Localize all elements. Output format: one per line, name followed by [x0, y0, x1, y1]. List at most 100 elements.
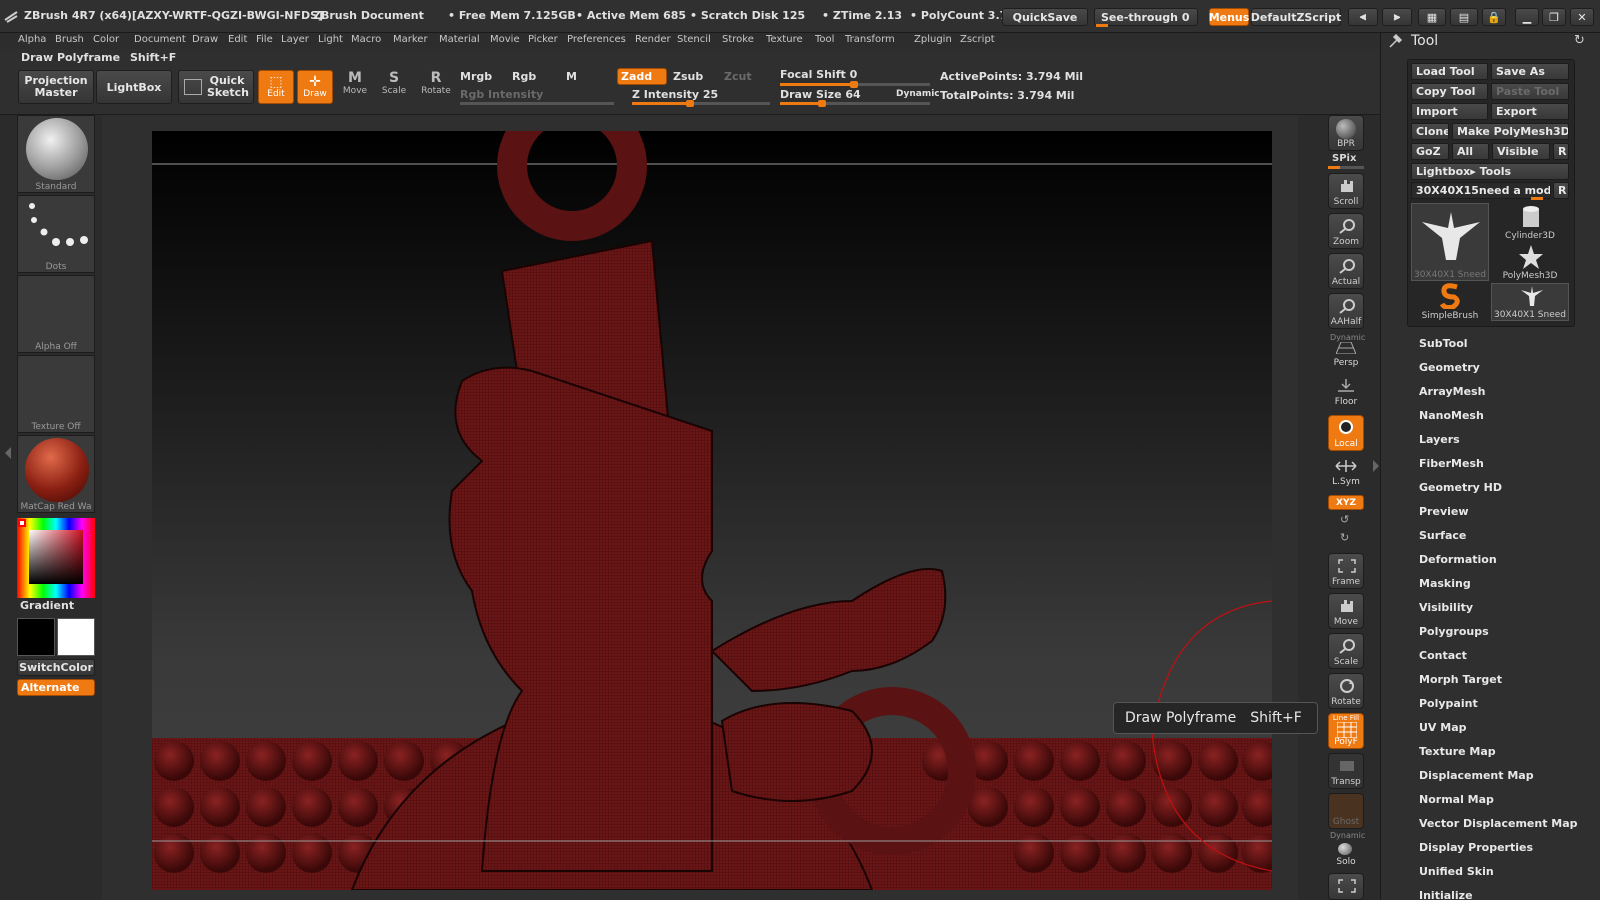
menu-stroke[interactable]: Stroke [722, 34, 754, 45]
menu-document[interactable]: Document [134, 34, 186, 45]
move-view-button[interactable]: Move [1328, 593, 1364, 629]
material-thumbnail[interactable]: MatCap Red Wa [17, 435, 95, 513]
draw-button[interactable]: ✛ Draw [297, 70, 333, 104]
subpalette-arraymesh[interactable]: ArrayMesh [1419, 385, 1485, 398]
quicksave-button[interactable]: QuickSave [1002, 8, 1088, 26]
lsym-button[interactable]: L.Sym [1328, 457, 1364, 491]
menu-zplugin[interactable]: Zplugin [914, 34, 952, 45]
floor-button[interactable]: Floor [1328, 377, 1364, 411]
goz-all-button[interactable]: All [1452, 143, 1489, 160]
menu-layer[interactable]: Layer [281, 34, 309, 45]
left-collapse-arrow-icon[interactable] [4, 447, 12, 459]
spix-label[interactable]: SPix [1332, 153, 1356, 164]
menu-alpha[interactable]: Alpha [18, 34, 46, 45]
save-as-button[interactable]: Save As [1491, 63, 1569, 80]
zadd-button[interactable]: Zadd [617, 68, 667, 85]
zoom-button[interactable]: Zoom [1328, 213, 1364, 249]
subpalette-contact[interactable]: Contact [1419, 649, 1467, 662]
menu-draw[interactable]: Draw [192, 34, 218, 45]
z-intensity-slider[interactable] [632, 100, 770, 107]
rotate-y-icon[interactable]: ↺ [1340, 513, 1349, 526]
goz-r-button[interactable]: R [1553, 143, 1569, 160]
menu-material[interactable]: Material [439, 34, 480, 45]
alpha-thumbnail[interactable]: Alpha Off [17, 275, 95, 353]
see-through-slider[interactable]: See-through 0 [1094, 8, 1198, 26]
restore-icon[interactable]: ❐ [1542, 8, 1566, 26]
menu-tool[interactable]: Tool [815, 34, 834, 45]
tool-thumb-cylinder[interactable]: Cylinder3D [1491, 203, 1569, 241]
switchcolor-button[interactable]: SwitchColor [17, 659, 95, 676]
lightbox-tools-button[interactable]: Lightbox▸ Tools [1411, 163, 1569, 180]
current-tool-r-button[interactable]: R [1553, 182, 1569, 199]
subpalette-nanomesh[interactable]: NanoMesh [1419, 409, 1484, 422]
menu-preferences[interactable]: Preferences [567, 34, 626, 45]
alternate-button[interactable]: Alternate [17, 679, 95, 696]
main-color-swatch[interactable] [57, 618, 95, 656]
rotate-button[interactable]: R Rotate [418, 70, 454, 104]
subpalette-initialize[interactable]: Initialize [1419, 889, 1473, 900]
tool-thumb-simplebrush[interactable]: SimpleBrush [1411, 283, 1489, 321]
draw-size-slider[interactable] [780, 100, 930, 107]
stroke-thumbnail[interactable]: Dots [17, 195, 95, 273]
menu-movie[interactable]: Movie [490, 34, 520, 45]
rgb-button[interactable]: Rgb [512, 70, 536, 83]
persp-button[interactable]: Persp [1328, 340, 1364, 370]
subpalette-deformation[interactable]: Deformation [1419, 553, 1497, 566]
minimize-icon[interactable]: ▁ [1515, 8, 1539, 26]
subpalette-fibermesh[interactable]: FiberMesh [1419, 457, 1484, 470]
canvas-viewport[interactable] [152, 131, 1272, 890]
solo-button[interactable]: Solo [1328, 839, 1364, 869]
subpalette-displacement-map[interactable]: Displacement Map [1419, 769, 1534, 782]
menu-render[interactable]: Render [635, 34, 671, 45]
lock-icon[interactable]: 🔒 [1482, 8, 1506, 26]
local-button[interactable]: Local [1328, 415, 1364, 451]
right-collapse-arrow-icon[interactable] [1372, 460, 1380, 472]
goz-visible-button[interactable]: Visible [1492, 143, 1550, 160]
rgb-intensity-slider[interactable] [460, 102, 614, 105]
menu-light[interactable]: Light [318, 34, 343, 45]
left-arrows-icon[interactable]: ⫷ [1348, 8, 1378, 26]
layout-icon[interactable]: ▦ [1418, 8, 1446, 26]
subpalette-geometry-hd[interactable]: Geometry HD [1419, 481, 1502, 494]
scale-button[interactable]: S Scale [376, 70, 412, 104]
subpalette-display-properties[interactable]: Display Properties [1419, 841, 1533, 854]
menus-button[interactable]: Menus [1209, 8, 1249, 26]
lightbox-button[interactable]: LightBox [96, 70, 172, 104]
subpalette-unified-skin[interactable]: Unified Skin [1419, 865, 1494, 878]
quick-sketch-button[interactable]: Quick Sketch [178, 70, 254, 104]
menu-texture[interactable]: Texture [766, 34, 803, 45]
current-tool-slider[interactable]: 30X40X15need a mode [1411, 182, 1551, 199]
actual-button[interactable]: Actual [1328, 253, 1364, 289]
mrgb-button[interactable]: Mrgb [460, 70, 492, 83]
projection-master-button[interactable]: Projection Master [18, 70, 94, 104]
layout-alt-icon[interactable]: ▤ [1450, 8, 1478, 26]
subpalette-polypaint[interactable]: Polypaint [1419, 697, 1478, 710]
focal-shift-knob[interactable] [850, 81, 858, 88]
menu-macro[interactable]: Macro [351, 34, 381, 45]
transp-button[interactable]: Transp [1328, 753, 1364, 789]
menu-brush[interactable]: Brush [55, 34, 84, 45]
scale-view-button[interactable]: Scale [1328, 633, 1364, 669]
ghost-button[interactable]: Ghost [1328, 793, 1364, 829]
tool-thumb-current[interactable]: 30X40X1 Sneed [1411, 203, 1489, 281]
menu-edit[interactable]: Edit [228, 34, 247, 45]
draw-size-knob[interactable] [818, 100, 826, 107]
texture-thumbnail[interactable]: Texture Off [17, 355, 95, 433]
right-arrows-icon[interactable]: ⫸ [1382, 8, 1412, 26]
make-polymesh3d-button[interactable]: Make PolyMesh3D [1452, 123, 1569, 140]
scroll-button[interactable]: Scroll [1328, 173, 1364, 209]
menu-file[interactable]: File [256, 34, 273, 45]
focal-shift-slider[interactable] [780, 81, 930, 88]
menu-marker[interactable]: Marker [393, 34, 428, 45]
import-button[interactable]: Import [1411, 103, 1488, 120]
subpalette-morph-target[interactable]: Morph Target [1419, 673, 1502, 686]
m-button[interactable]: M [566, 70, 577, 83]
export-button[interactable]: Export [1491, 103, 1569, 120]
color-picker-square[interactable] [29, 530, 83, 584]
clone-button[interactable]: Clone [1411, 123, 1449, 140]
goz-button[interactable]: GoZ [1411, 143, 1449, 160]
subpalette-geometry[interactable]: Geometry [1419, 361, 1480, 374]
subpalette-polygroups[interactable]: Polygroups [1419, 625, 1489, 638]
copy-tool-button[interactable]: Copy Tool [1411, 83, 1488, 100]
subpalette-layers[interactable]: Layers [1419, 433, 1460, 446]
